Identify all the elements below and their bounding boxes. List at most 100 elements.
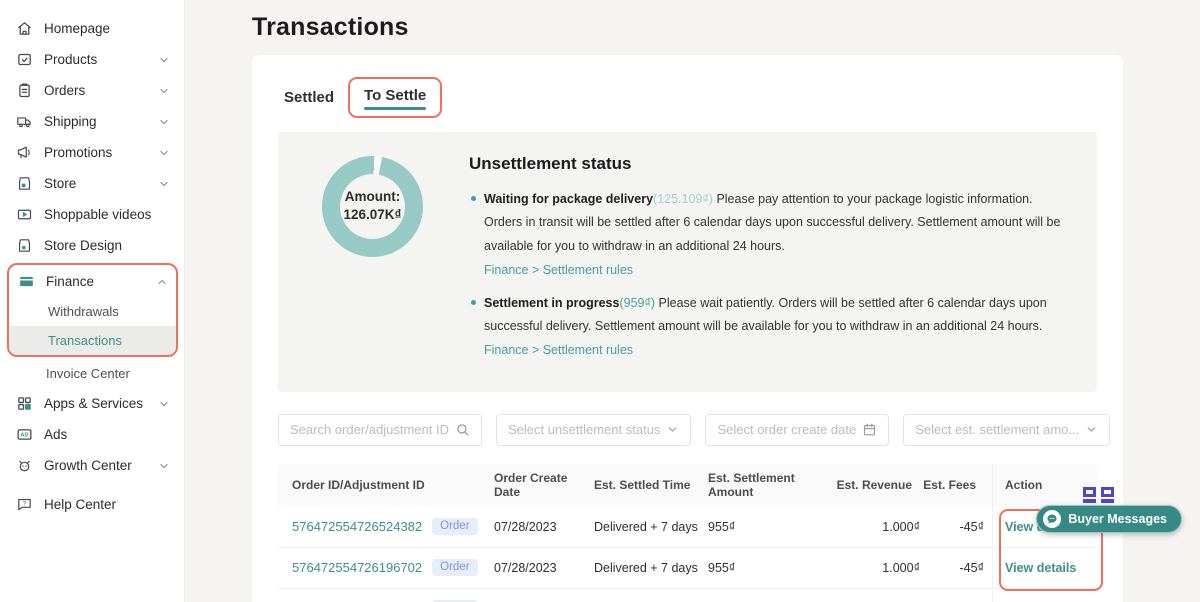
widget-square-icon bbox=[1101, 487, 1114, 503]
est-settlement-amount: 955₫ bbox=[708, 561, 824, 575]
sidebar-item-label: Help Center bbox=[44, 496, 170, 513]
order-id-link[interactable]: 576472554726196702 bbox=[292, 560, 422, 575]
chevron-down-icon bbox=[158, 460, 170, 472]
store-icon bbox=[16, 175, 33, 192]
sidebar-item-label: Promotions bbox=[44, 144, 147, 161]
sidebar-item-store-design[interactable]: Store Design bbox=[0, 230, 184, 261]
filter-bar: Search order/adjustment ID Select unsett… bbox=[278, 414, 1097, 446]
chevron-down-icon bbox=[1085, 423, 1098, 436]
search-placeholder: Search order/adjustment ID bbox=[290, 422, 449, 437]
col-create-date: Order Create Date bbox=[494, 471, 594, 499]
bullet-bold-text: Waiting for package delivery bbox=[484, 192, 653, 206]
ads-icon: AD bbox=[16, 426, 33, 443]
settlement-rules-link[interactable]: Finance > Settlement rules bbox=[484, 343, 633, 357]
col-fees: Est. Fees bbox=[920, 478, 984, 492]
growth-center-icon bbox=[16, 457, 33, 474]
sidebar-item-label: Ads bbox=[44, 426, 170, 443]
sidebar: Homepage Products Orders Shipping Promot… bbox=[0, 0, 185, 602]
col-action: Action bbox=[992, 464, 1097, 507]
apps-services-icon bbox=[16, 395, 33, 412]
unsettlement-status-select[interactable]: Select unsettlement status bbox=[496, 414, 691, 446]
sidebar-item-label: Growth Center bbox=[44, 457, 147, 474]
sidebar-subitem-withdrawals[interactable]: Withdrawals bbox=[9, 297, 176, 326]
sidebar-item-help-center[interactable]: ? Help Center bbox=[0, 489, 184, 520]
est-revenue: 1.000₫ bbox=[824, 561, 920, 575]
sidebar-item-products[interactable]: Products bbox=[0, 44, 184, 75]
chevron-down-icon bbox=[666, 423, 679, 436]
table-header-row: Order ID/Adjustment ID Order Create Date… bbox=[278, 464, 1097, 507]
amount-donut-chart: Amount: 126.07K₫ bbox=[298, 154, 423, 372]
settlement-in-progress-bullet: Settlement in progress(959₫) Please wait… bbox=[469, 292, 1073, 363]
shipping-icon bbox=[16, 113, 33, 130]
shoppable-videos-icon bbox=[16, 206, 33, 223]
chevron-down-icon bbox=[158, 85, 170, 97]
settlement-amount-select[interactable]: Select est. settlement amo... bbox=[903, 414, 1110, 446]
est-revenue: 1.000₫ bbox=[824, 520, 920, 534]
order-id-link[interactable]: 576472554726524382 bbox=[292, 519, 422, 534]
page-title: Transactions bbox=[252, 13, 1200, 42]
products-icon bbox=[16, 51, 33, 68]
tab-to-settle[interactable]: To Settle bbox=[358, 82, 432, 115]
calendar-icon bbox=[862, 422, 877, 437]
promotions-icon bbox=[16, 144, 33, 161]
sidebar-item-growth-center[interactable]: Growth Center bbox=[0, 450, 184, 481]
svg-text:AD: AD bbox=[20, 433, 28, 439]
bullet-amount: (959₫) bbox=[619, 296, 655, 310]
sidebar-item-store[interactable]: Store bbox=[0, 168, 184, 199]
sidebar-item-label: Shipping bbox=[44, 113, 147, 130]
bullet-bold-text: Settlement in progress bbox=[484, 296, 619, 310]
transactions-card: Settled To Settle Amount: 126.07K₫ Uns bbox=[252, 55, 1123, 602]
table-row: 576472554726524382Order 07/28/2023 Deliv… bbox=[278, 507, 1097, 548]
tab-settled[interactable]: Settled bbox=[278, 84, 340, 111]
chat-bubble-icon bbox=[1043, 510, 1061, 528]
sidebar-item-homepage[interactable]: Homepage bbox=[0, 13, 184, 44]
sidebar-item-finance[interactable]: Finance bbox=[9, 266, 176, 297]
sidebar-item-promotions[interactable]: Promotions bbox=[0, 137, 184, 168]
chevron-down-icon bbox=[158, 116, 170, 128]
help-center-icon: ? bbox=[16, 496, 33, 513]
sidebar-item-label: Products bbox=[44, 51, 147, 68]
col-order-id: Order ID/Adjustment ID bbox=[292, 478, 494, 492]
col-revenue: Est. Revenue bbox=[824, 478, 920, 492]
search-order-input[interactable]: Search order/adjustment ID bbox=[278, 414, 482, 446]
waiting-for-delivery-bullet: Waiting for package delivery(125.109₫) P… bbox=[469, 188, 1073, 283]
sidebar-item-shipping[interactable]: Shipping bbox=[0, 106, 184, 137]
svg-text:?: ? bbox=[23, 501, 27, 508]
search-icon bbox=[455, 422, 470, 437]
sidebar-item-label: Store bbox=[44, 175, 147, 192]
chevron-down-icon bbox=[158, 178, 170, 190]
donut-amount-value: 126.07K₫ bbox=[344, 206, 402, 224]
date-picker-placeholder: Select order create date bbox=[717, 422, 856, 437]
floating-widget-icons[interactable] bbox=[1083, 487, 1114, 503]
view-details-link[interactable]: View details bbox=[1005, 561, 1076, 575]
buyer-messages-label: Buyer Messages bbox=[1068, 512, 1167, 526]
sidebar-item-label: Finance bbox=[46, 273, 145, 290]
sidebar-item-orders[interactable]: Orders bbox=[0, 75, 184, 106]
order-create-date: 07/28/2023 bbox=[494, 561, 594, 575]
est-fees: -45₫ bbox=[920, 561, 984, 575]
order-type-badge: Order bbox=[432, 518, 477, 535]
active-tab-underline bbox=[364, 107, 426, 110]
sidebar-item-shoppable-videos[interactable]: Shoppable videos bbox=[0, 199, 184, 230]
buyer-messages-button[interactable]: Buyer Messages bbox=[1036, 505, 1182, 533]
sidebar-subitem-transactions[interactable]: Transactions bbox=[9, 326, 176, 355]
sidebar-subitem-invoice-center[interactable]: Invoice Center bbox=[0, 359, 184, 388]
col-settlement-amount: Est. Settlement Amount bbox=[708, 471, 824, 499]
tab-to-settle-label: To Settle bbox=[364, 87, 426, 104]
widget-square-icon bbox=[1083, 487, 1096, 503]
finance-annotation-box: Finance Withdrawals Transactions bbox=[7, 263, 178, 357]
sidebar-item-label: Shoppable videos bbox=[44, 206, 170, 223]
est-settled-time: Delivered + 7 days bbox=[594, 561, 708, 575]
col-settled-time: Est. Settled Time bbox=[594, 478, 708, 492]
chevron-down-icon bbox=[158, 398, 170, 410]
donut-ring: Amount: 126.07K₫ bbox=[322, 156, 423, 257]
to-settle-annotation-box: To Settle bbox=[348, 77, 442, 118]
sidebar-item-apps-services[interactable]: Apps & Services bbox=[0, 388, 184, 419]
sidebar-item-ads[interactable]: AD Ads bbox=[0, 419, 184, 450]
order-create-date-picker[interactable]: Select order create date bbox=[705, 414, 889, 446]
table-row: 576472554726196702Order 07/28/2023 Deliv… bbox=[278, 548, 1097, 589]
sidebar-item-label: Apps & Services bbox=[44, 395, 147, 412]
donut-amount-label: Amount: bbox=[345, 188, 400, 206]
settlement-rules-link[interactable]: Finance > Settlement rules bbox=[484, 263, 633, 277]
chevron-down-icon bbox=[158, 147, 170, 159]
